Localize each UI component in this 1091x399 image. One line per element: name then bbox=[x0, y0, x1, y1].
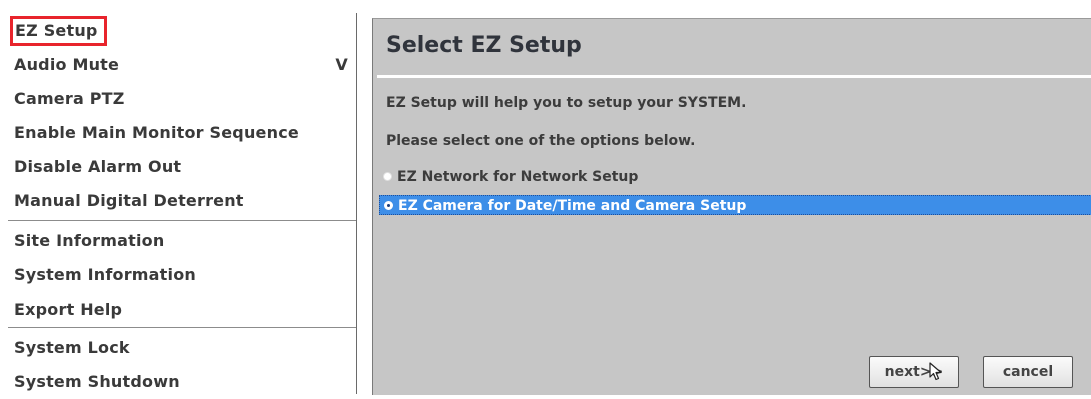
menu-item-camera-ptz[interactable]: Camera PTZ bbox=[8, 81, 356, 116]
menu-separator bbox=[8, 327, 356, 328]
radio-button[interactable] bbox=[383, 172, 392, 181]
option-ez-camera[interactable]: EZ Camera for Date/Time and Camera Setup bbox=[379, 195, 1091, 215]
option-label: EZ Network for Network Setup bbox=[397, 169, 639, 185]
menu-item-label: Enable Main Monitor Sequence bbox=[14, 123, 299, 142]
menu-item-label: Disable Alarm Out bbox=[14, 157, 182, 176]
menu-item-ez-setup[interactable]: EZ Setup bbox=[8, 13, 356, 48]
ez-setup-dialog: Select EZ Setup EZ Setup will help you t… bbox=[372, 18, 1091, 395]
menu-item-label: System Lock bbox=[14, 338, 130, 357]
menu-item-disable-alarm-out[interactable]: Disable Alarm Out bbox=[8, 149, 356, 184]
menu-item-label: EZ Setup bbox=[10, 16, 107, 46]
menu-item-export-help[interactable]: Export Help bbox=[8, 292, 356, 327]
menu-item-label: Export Help bbox=[14, 300, 123, 319]
shortcut-indicator: V bbox=[335, 55, 348, 74]
menu-item-system-lock[interactable]: System Lock bbox=[8, 330, 356, 365]
menu-item-label: Camera PTZ bbox=[14, 89, 125, 108]
menu-item-label: Site Information bbox=[14, 231, 165, 250]
menu-item-label: System Information bbox=[14, 265, 196, 284]
option-label: EZ Camera for Date/Time and Camera Setup bbox=[398, 198, 747, 214]
cancel-button[interactable]: cancel bbox=[983, 356, 1073, 388]
dialog-title: Select EZ Setup bbox=[386, 33, 582, 58]
intro-text: EZ Setup will help you to setup your SYS… bbox=[386, 95, 747, 111]
menu-item-audio-mute[interactable]: Audio Mute V bbox=[8, 47, 356, 82]
next-button[interactable]: next>> bbox=[869, 356, 959, 388]
context-menu: EZ Setup Audio Mute V Camera PTZ Enable … bbox=[8, 13, 357, 394]
menu-item-label: Manual Digital Deterrent bbox=[14, 191, 244, 210]
menu-item-site-information[interactable]: Site Information bbox=[8, 223, 356, 258]
menu-item-label: System Shutdown bbox=[14, 372, 180, 391]
radio-button-selected[interactable] bbox=[384, 201, 393, 210]
option-ez-network[interactable]: EZ Network for Network Setup bbox=[379, 167, 1091, 187]
menu-separator bbox=[8, 220, 356, 221]
prompt-text: Please select one of the options below. bbox=[386, 133, 696, 149]
menu-item-enable-main-monitor-sequence[interactable]: Enable Main Monitor Sequence bbox=[8, 115, 356, 150]
menu-item-system-information[interactable]: System Information bbox=[8, 257, 356, 292]
title-divider bbox=[377, 75, 1091, 78]
menu-item-label: Audio Mute bbox=[14, 55, 120, 74]
menu-item-manual-digital-deterrent[interactable]: Manual Digital Deterrent bbox=[8, 183, 356, 218]
